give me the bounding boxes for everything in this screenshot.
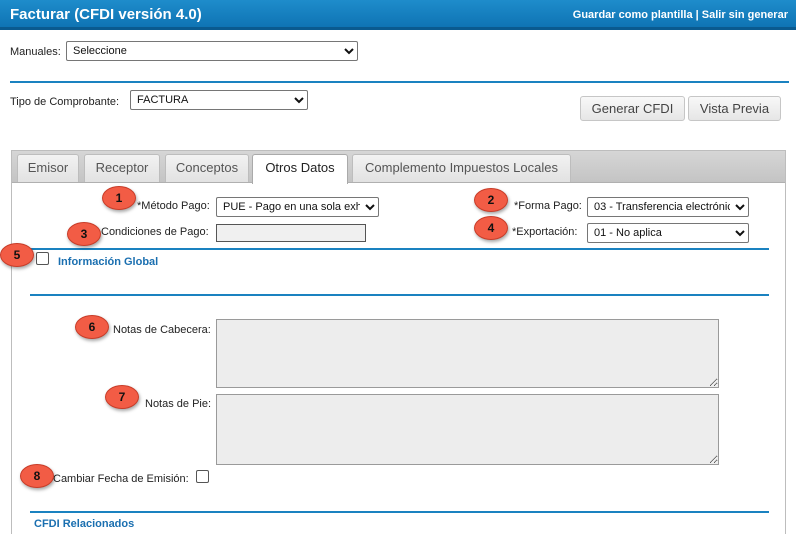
tab-complemento-impuestos-locales[interactable]: Complemento Impuestos Locales (352, 154, 571, 182)
informacion-global-label[interactable]: Información Global (58, 256, 158, 268)
header-links: Guardar como plantilla | Salir sin gener… (573, 9, 788, 21)
tipo-comprobante-select[interactable]: FACTURA (130, 90, 308, 110)
forma-pago-select[interactable]: 03 - Transferencia electrónica de fondos (587, 197, 749, 217)
metodo-pago-select[interactable]: PUE - Pago en una sola exhibición (216, 197, 379, 217)
marker-4: 4 (474, 216, 508, 240)
title-bar: Facturar (CFDI versión 4.0) Guardar como… (0, 0, 796, 30)
tab-bar: Emisor Receptor Conceptos Otros Datos Co… (12, 151, 785, 184)
cfdi-relacionados-title[interactable]: CFDI Relacionados (34, 518, 134, 530)
condiciones-pago-input[interactable] (216, 224, 366, 242)
cambiar-fecha-checkbox[interactable] (196, 470, 209, 483)
divider (30, 248, 769, 250)
cambiar-fecha-label: Cambiar Fecha de Emisión: (53, 473, 189, 485)
marker-5: 5 (0, 243, 34, 267)
marker-7: 7 (105, 385, 139, 409)
notas-cabecera-textarea[interactable] (216, 319, 719, 388)
condiciones-pago-label: Condiciones de Pago: (101, 226, 209, 238)
save-template-link[interactable]: Guardar como plantilla (573, 9, 693, 21)
marker-1: 1 (102, 186, 136, 210)
divider (10, 81, 789, 83)
forma-pago-label: *Forma Pago: (514, 200, 582, 212)
marker-6: 6 (75, 315, 109, 339)
exportacion-label: *Exportación: (512, 226, 578, 238)
link-separator: | (692, 9, 702, 21)
notas-pie-textarea[interactable] (216, 394, 719, 465)
page-title: Facturar (CFDI versión 4.0) (10, 6, 202, 23)
manuales-select[interactable]: Seleccione (66, 41, 358, 61)
exportacion-select[interactable]: 01 - No aplica (587, 223, 749, 243)
tipo-comprobante-label: Tipo de Comprobante: (10, 96, 120, 108)
marker-3: 3 (67, 222, 101, 246)
informacion-global-checkbox[interactable] (36, 252, 49, 265)
notas-pie-label: Notas de Pie: (145, 398, 212, 410)
tab-conceptos[interactable]: Conceptos (165, 154, 249, 182)
vista-previa-button[interactable]: Vista Previa (688, 96, 781, 121)
generar-cfdi-button[interactable]: Generar CFDI (580, 96, 685, 121)
tab-emisor[interactable]: Emisor (17, 154, 79, 182)
exit-without-generating-link[interactable]: Salir sin generar (702, 9, 788, 21)
notas-cabecera-label: Notas de Cabecera: (113, 324, 211, 336)
tab-otros-datos[interactable]: Otros Datos (252, 154, 348, 184)
manuales-label: Manuales: (10, 46, 61, 58)
tab-receptor[interactable]: Receptor (84, 154, 160, 182)
metodo-pago-label: *Método Pago: (137, 200, 210, 212)
marker-8: 8 (20, 464, 54, 488)
divider (30, 511, 769, 513)
divider (30, 294, 769, 296)
marker-2: 2 (474, 188, 508, 212)
